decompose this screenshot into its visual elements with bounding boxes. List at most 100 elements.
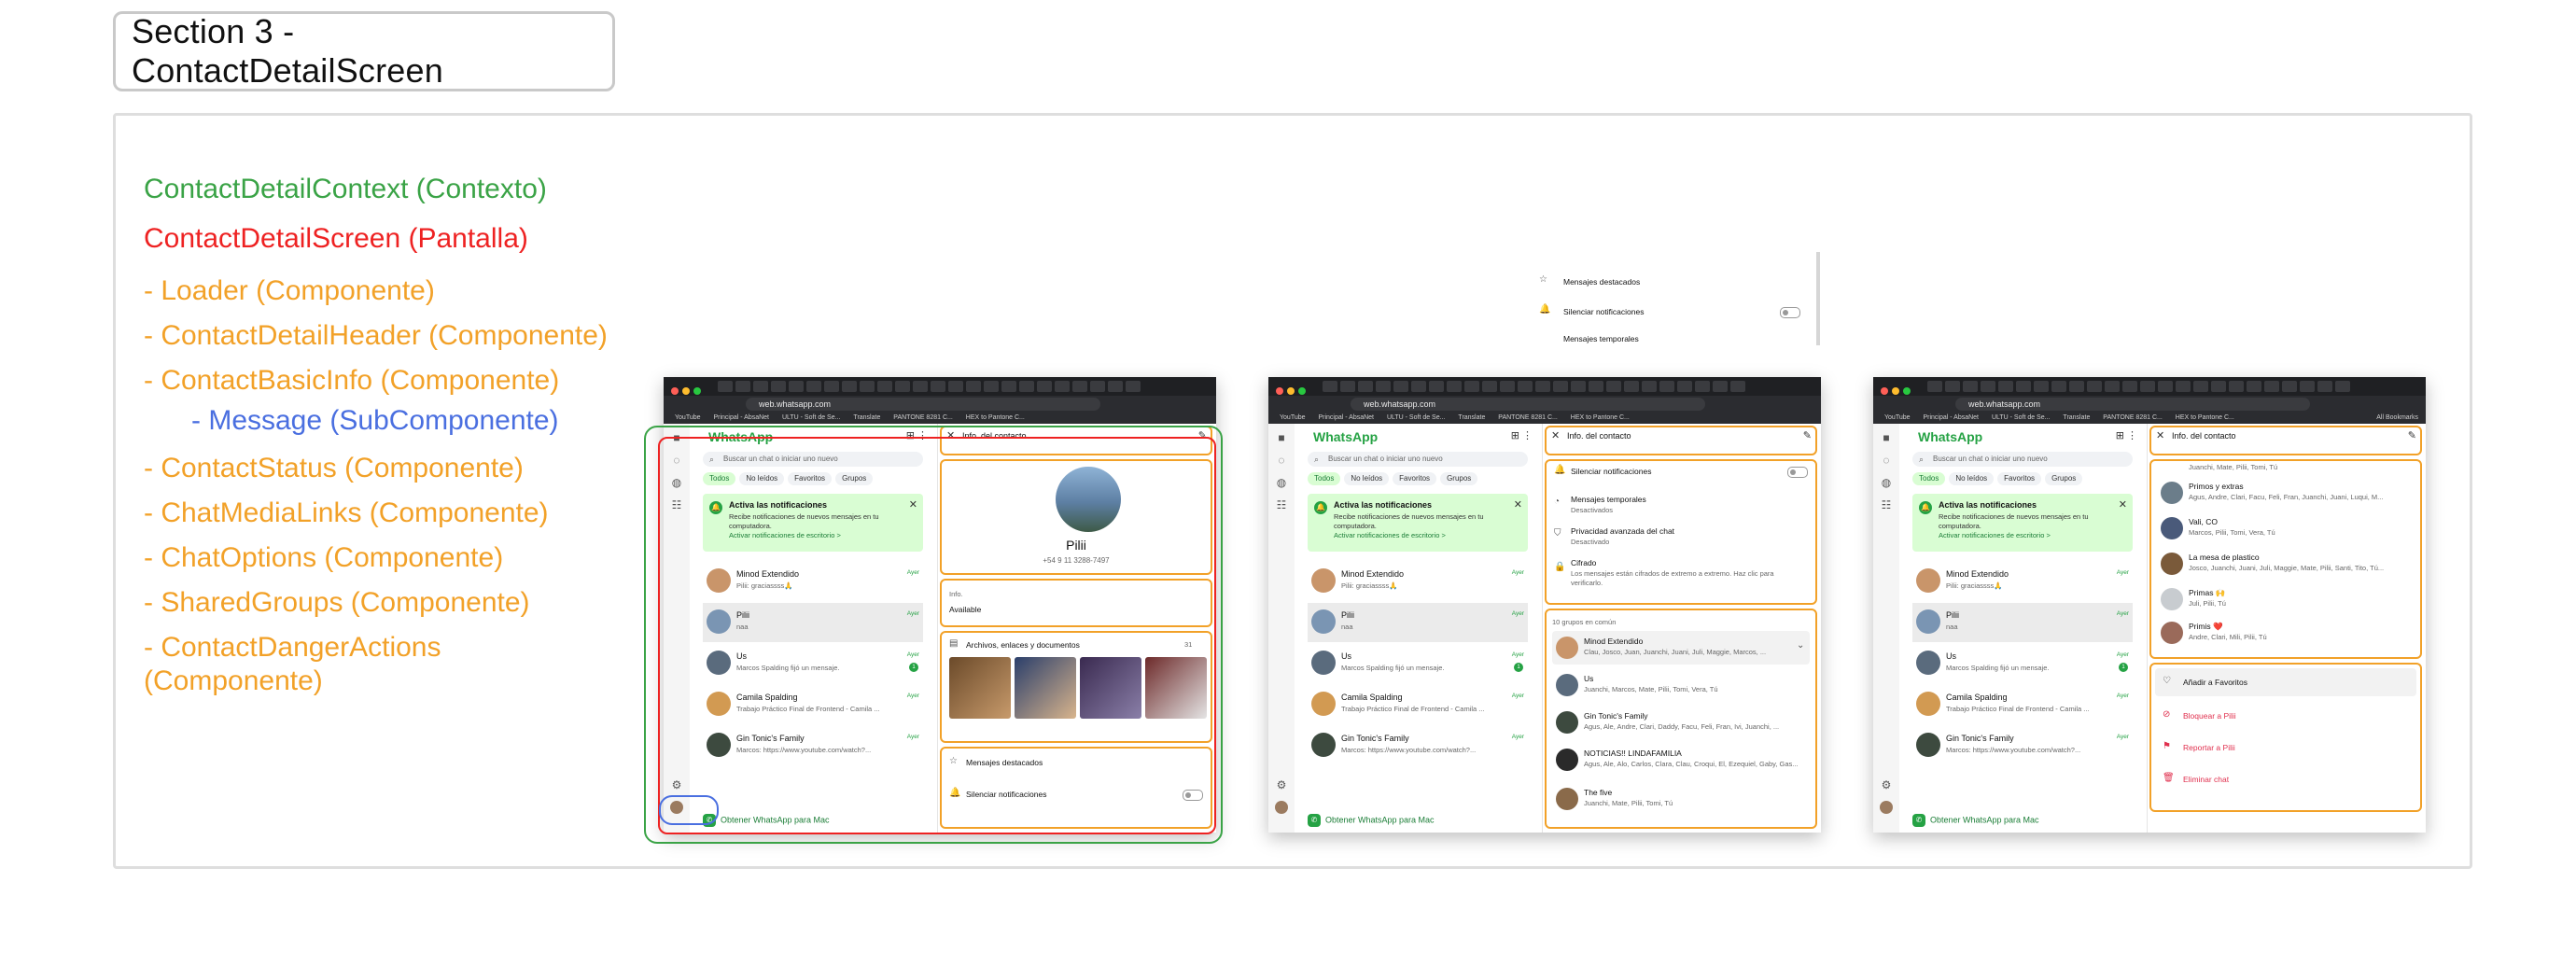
add-to-favorites[interactable]: Añadir a Favoritos: [2183, 678, 2247, 687]
chat-item[interactable]: Gin Tonic's Family Marcos: https://www.yo…: [1308, 726, 1528, 765]
bookmark-translate[interactable]: Translate: [853, 414, 880, 421]
wa-rail: ■ ◌ ◍ ☷ ⚙: [1873, 424, 1900, 833]
group-name[interactable]: The five: [1584, 788, 1612, 797]
bookmark-ultu[interactable]: ULTU - Soft de Se...: [1387, 414, 1446, 421]
enable-notifications-link[interactable]: Activar notificaciones de escritorio >: [1939, 531, 2051, 539]
filter-all[interactable]: Todos: [1912, 472, 1946, 485]
bookmark-ultu[interactable]: ULTU - Soft de Se...: [782, 414, 841, 421]
chat-item[interactable]: Minod Extendido Pilii: graciassss🙏 Ayer: [1308, 562, 1528, 601]
get-app-link[interactable]: ✆ Obtener WhatsApp para Mac: [1308, 814, 1435, 827]
report-contact[interactable]: Reportar a Pilii: [2183, 743, 2235, 752]
bookmark-youtube[interactable]: YouTube: [1884, 414, 1911, 421]
status-icon[interactable]: ◌: [1275, 454, 1288, 467]
chat-item[interactable]: Gin Tonic's Family Marcos: https://www.yo…: [1912, 726, 2133, 765]
bookmark-absanet[interactable]: Principal - AbsaNet: [713, 414, 769, 421]
bookmark-youtube[interactable]: YouTube: [1280, 414, 1306, 421]
filter-unread[interactable]: No leídos: [1344, 472, 1390, 485]
group-name[interactable]: NOTICIAS!! LINDAFAMILIA: [1584, 749, 1682, 758]
chat-item[interactable]: Us Marcos Spalding fijó un mensaje. Ayer 1: [1308, 644, 1528, 683]
chats-icon[interactable]: ■: [1880, 431, 1893, 444]
advanced-privacy[interactable]: Privacidad avanzada del chat: [1571, 526, 1674, 536]
filter-unread[interactable]: No leídos: [1949, 472, 1995, 485]
browser-tabs: [1873, 377, 2426, 396]
edit-icon[interactable]: ✎: [1803, 429, 1812, 441]
mute-toggle[interactable]: [1787, 467, 1808, 478]
all-bookmarks[interactable]: All Bookmarks: [2376, 413, 2418, 424]
bookmark-absanet[interactable]: Principal - AbsaNet: [1318, 414, 1374, 421]
bookmark-pantone[interactable]: PANTONE 8281 C...: [2103, 414, 2163, 421]
profile-avatar[interactable]: [1275, 801, 1288, 814]
channels-icon[interactable]: ◍: [1275, 476, 1288, 489]
chat-item[interactable]: Camila Spalding Trabajo Práctico Final de…: [1912, 685, 2133, 724]
group-name[interactable]: La mesa de plastico: [2189, 553, 2260, 562]
browser-tabs: [664, 377, 1216, 396]
group-name[interactable]: Primos y extras: [2189, 482, 2244, 491]
new-chat-icon[interactable]: ⊞ ⋮: [2116, 429, 2137, 441]
channels-icon[interactable]: ◍: [1880, 476, 1893, 489]
filter-groups[interactable]: Grupos: [1440, 472, 1478, 485]
chat-item[interactable]: Pilii naa Ayer: [1912, 603, 2133, 642]
mute-notifications[interactable]: Silenciar notificaciones: [1571, 467, 1651, 476]
url-field[interactable]: web.whatsapp.com: [1351, 398, 1705, 411]
close-icon[interactable]: ✕: [1551, 429, 1560, 441]
group-name[interactable]: Primas 🙌: [2189, 588, 2225, 598]
group-name[interactable]: Vali, CO: [2189, 517, 2218, 526]
temporary-messages[interactable]: Mensajes temporales: [1571, 495, 1646, 504]
filter-groups[interactable]: Grupos: [2045, 472, 2083, 485]
bookmark-youtube[interactable]: YouTube: [675, 414, 701, 421]
new-chat-icon[interactable]: ⊞ ⋮: [1511, 429, 1533, 441]
legend-chat-options: - ChatOptions (Componente): [144, 542, 504, 573]
legend-media-links: - ChatMediaLinks (Componente): [144, 497, 549, 528]
bookmark-pantone[interactable]: PANTONE 8281 C...: [893, 414, 953, 421]
enable-notifications-link[interactable]: Activar notificaciones de escritorio >: [1334, 531, 1446, 539]
bookmark-hex[interactable]: HEX to Pantone C...: [2176, 414, 2234, 421]
search-icon: ⌕: [1314, 455, 1320, 464]
chat-item[interactable]: Camila Spalding Trabajo Práctico Final de…: [1308, 685, 1528, 724]
group-name[interactable]: Primis ❤️: [2189, 622, 2223, 632]
filter-all[interactable]: Todos: [1308, 472, 1341, 485]
profile-avatar[interactable]: [1880, 801, 1893, 814]
encryption[interactable]: Cifrado: [1571, 558, 1596, 567]
delete-chat[interactable]: Eliminar chat: [2183, 775, 2229, 784]
filter-favorites[interactable]: Favoritos: [1997, 472, 2042, 485]
get-app-link[interactable]: ✆ Obtener WhatsApp para Mac: [1912, 814, 2039, 827]
group-members: Juanchi, Marcos, Mate, Pilii, Tomi, Vera…: [1584, 685, 1718, 693]
group-name[interactable]: Us: [1584, 674, 1593, 683]
edit-icon[interactable]: ✎: [2408, 429, 2416, 441]
group-avatar: [1556, 674, 1578, 696]
bookmark-pantone[interactable]: PANTONE 8281 C...: [1498, 414, 1558, 421]
group-name[interactable]: Minod Extendido: [1584, 637, 1643, 646]
bookmark-absanet[interactable]: Principal - AbsaNet: [1923, 414, 1979, 421]
url-field[interactable]: web.whatsapp.com: [746, 398, 1100, 411]
settings-icon[interactable]: ⚙: [1275, 778, 1288, 791]
chat-item[interactable]: Us Marcos Spalding fijó un mensaje. Ayer 1: [1912, 644, 2133, 683]
group-members: Josco, Juanchi, Juani, Juli, Maggie, Mat…: [2189, 564, 2385, 572]
close-icon[interactable]: ✕: [2156, 429, 2164, 441]
temporary-messages-status: Desactivados: [1571, 506, 1614, 514]
bookmark-hex[interactable]: HEX to Pantone C...: [966, 414, 1025, 421]
group-name[interactable]: Gin Tonic's Family: [1584, 711, 1648, 721]
communities-icon[interactable]: ☷: [1880, 498, 1893, 511]
close-icon[interactable]: ✕: [2119, 498, 2127, 511]
chat-item[interactable]: Pilii naa Ayer: [1308, 603, 1528, 642]
group-avatar: [1556, 749, 1578, 771]
url-field[interactable]: web.whatsapp.com: [1955, 398, 2310, 411]
search-input[interactable]: ⌕ Buscar un chat o iniciar uno nuevo: [1912, 452, 2133, 467]
bookmark-translate[interactable]: Translate: [1458, 414, 1485, 421]
bookmark-translate[interactable]: Translate: [2063, 414, 2090, 421]
filter-favorites[interactable]: Favoritos: [1393, 472, 1437, 485]
chat-item[interactable]: Minod Extendido Pilii: graciassss🙏 Ayer: [1912, 562, 2133, 601]
settings-icon[interactable]: ⚙: [1880, 778, 1893, 791]
status-icon[interactable]: ◌: [1880, 454, 1893, 467]
bookmark-ultu[interactable]: ULTU - Soft de Se...: [1992, 414, 2051, 421]
chats-icon[interactable]: ■: [1275, 431, 1288, 444]
groups-count: 10 grupos en común: [1552, 618, 1617, 626]
chevron-down-icon[interactable]: ⌄: [1797, 640, 1804, 651]
close-icon[interactable]: ✕: [1514, 498, 1522, 511]
communities-icon[interactable]: ☷: [1275, 498, 1288, 511]
search-input[interactable]: ⌕ Buscar un chat o iniciar uno nuevo: [1308, 452, 1528, 467]
group-members: Andre, Clari, Mili, Pilii, Tú: [2189, 633, 2267, 641]
bookmark-hex[interactable]: HEX to Pantone C...: [1571, 414, 1630, 421]
block-contact[interactable]: Bloquear a Pilii: [2183, 711, 2236, 721]
wa-rail: ■ ◌ ◍ ☷ ⚙: [1268, 424, 1295, 833]
